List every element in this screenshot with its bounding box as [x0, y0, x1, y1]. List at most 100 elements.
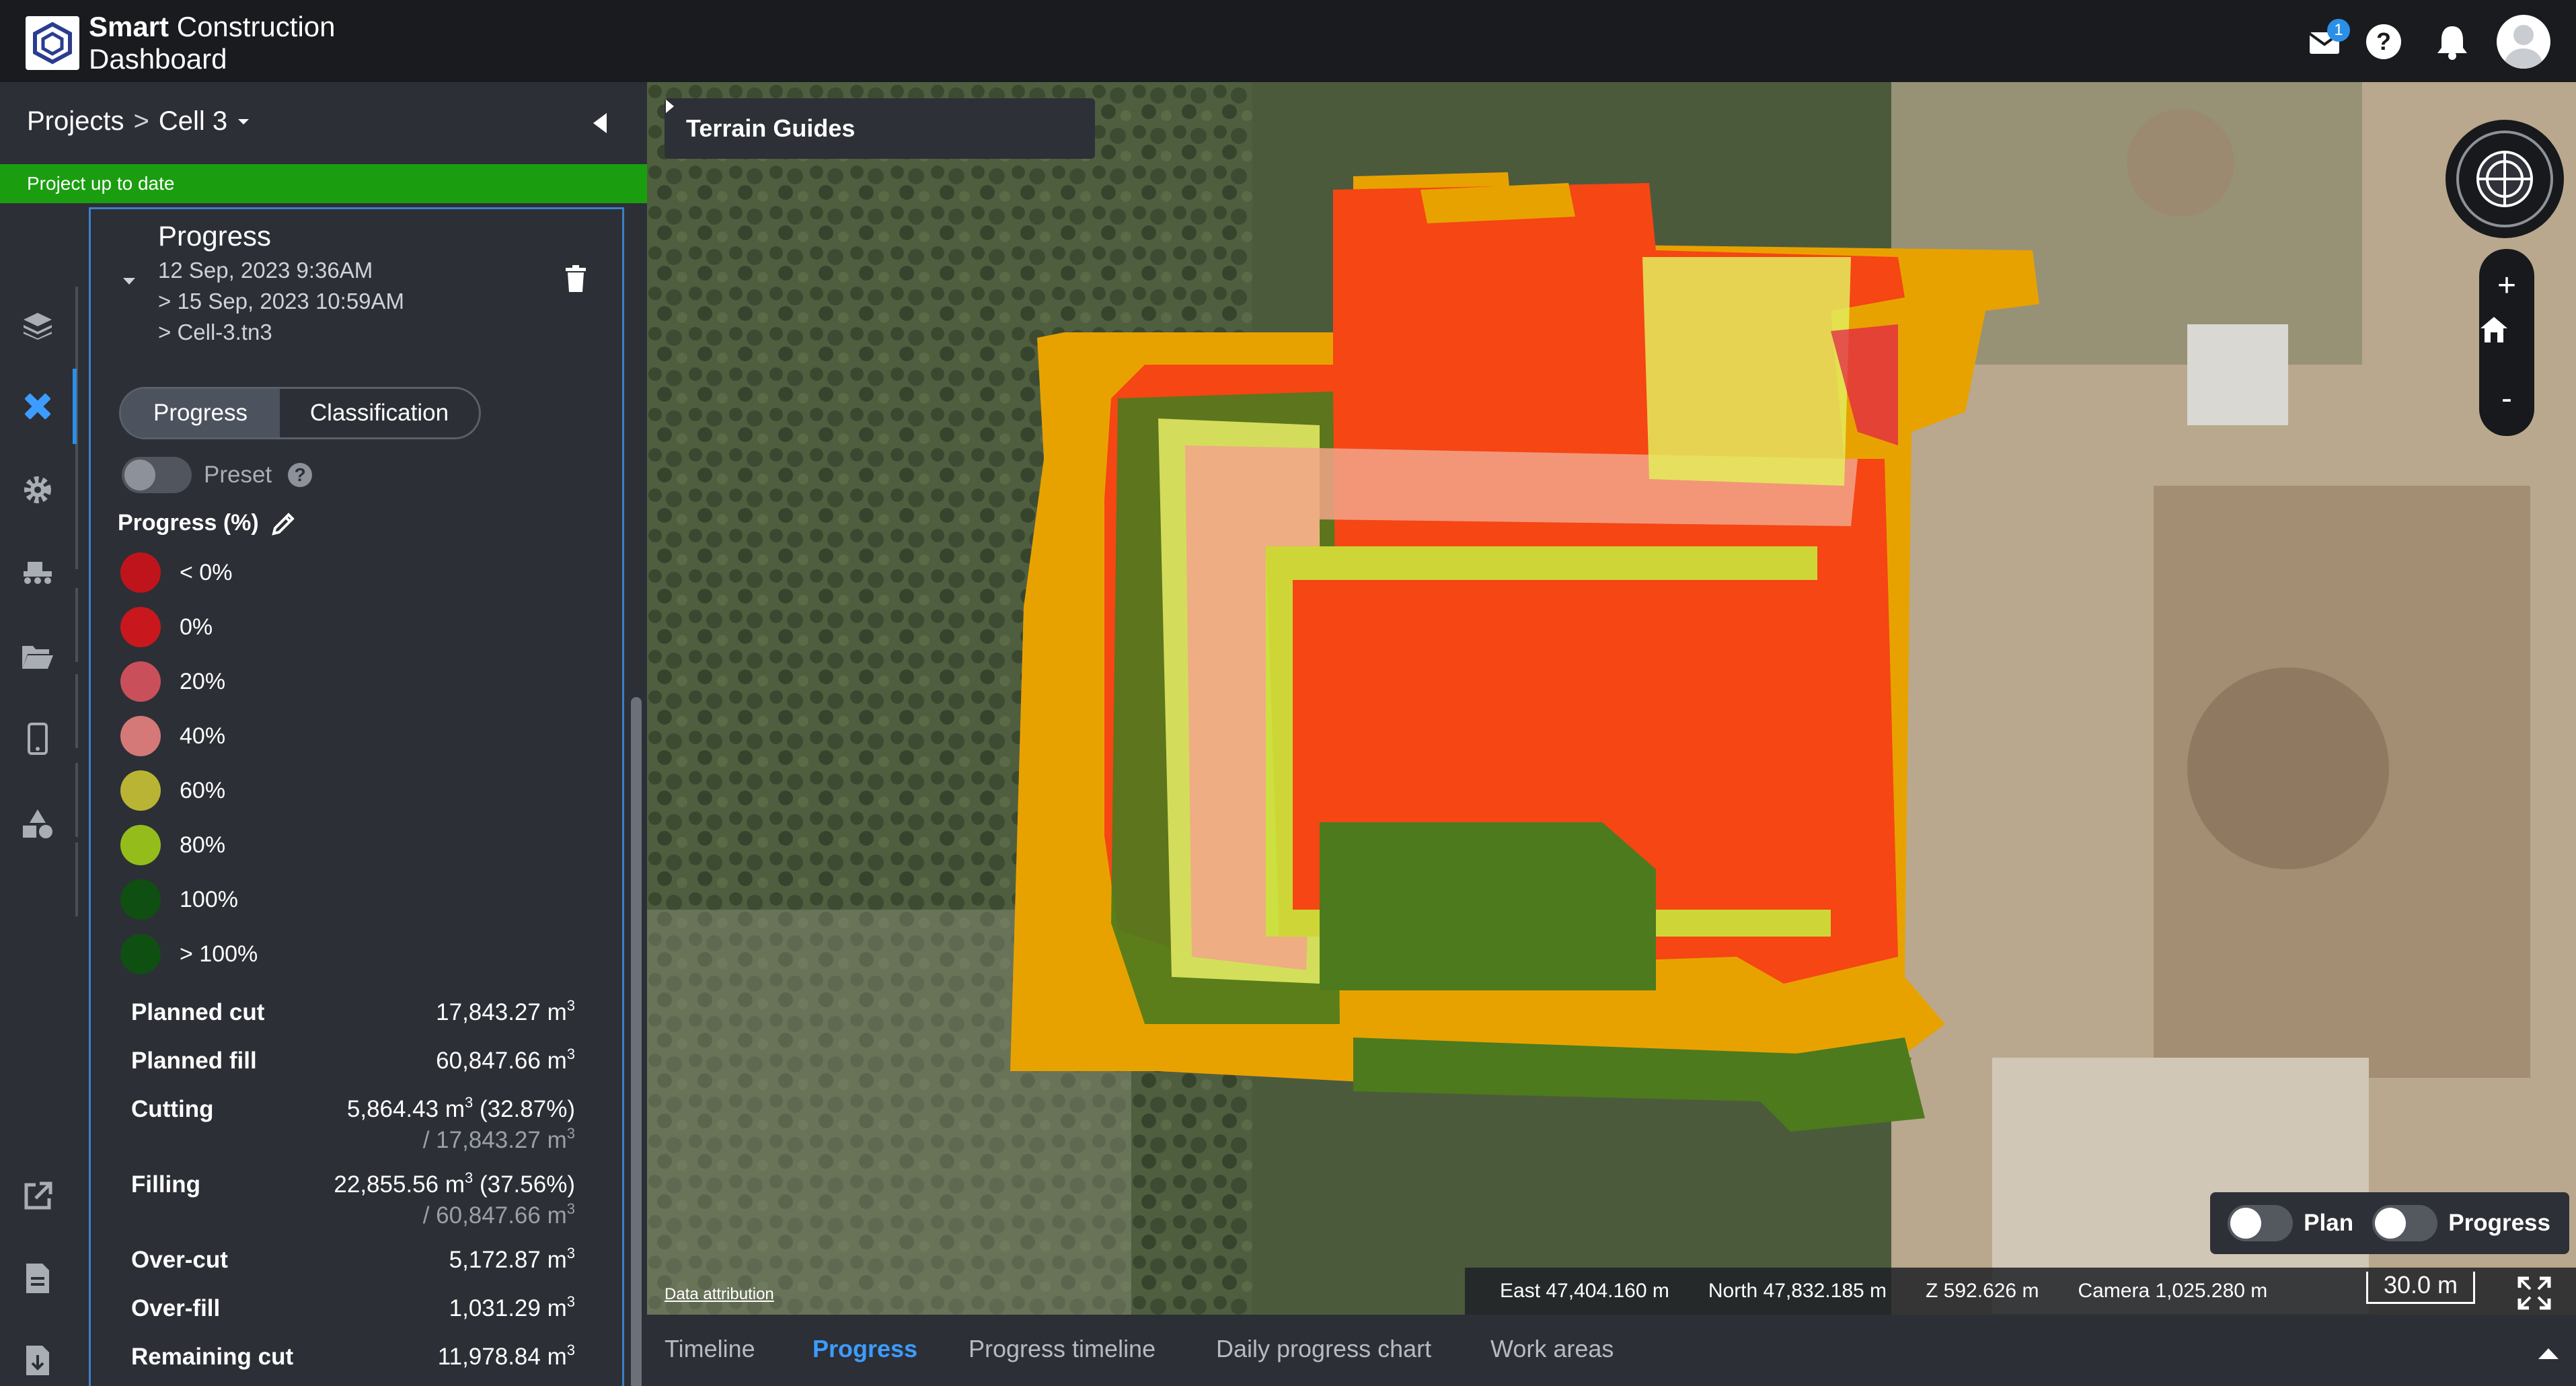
legend-label: 0% [180, 614, 213, 640]
legend-color-swatch[interactable] [120, 552, 161, 593]
legend-label: 80% [180, 832, 226, 858]
map-viewport[interactable]: Terrain Guides + - Plan Progress Data at… [647, 82, 2576, 1315]
collapse-sidebar-button[interactable] [592, 112, 608, 138]
compass-control[interactable] [2446, 120, 2564, 238]
user-avatar[interactable] [2497, 15, 2550, 69]
alerts-button[interactable] [2428, 17, 2476, 66]
devices-button[interactable] [12, 713, 63, 764]
preset-help-icon[interactable]: ? [288, 463, 313, 487]
compass-icon [2456, 131, 2553, 227]
overlay-north-pad [1420, 183, 1575, 223]
progress-toggle[interactable] [2372, 1205, 2438, 1241]
measure-tools-button[interactable] [12, 381, 63, 432]
building [2187, 324, 2288, 425]
tab-daily-progress-chart[interactable]: Daily progress chart [1216, 1335, 1431, 1363]
z-readout: Z 592.626 m [1926, 1280, 2039, 1302]
camera-readout: Camera 1,025.280 m [2078, 1280, 2268, 1302]
tab-timeline[interactable]: Timeline [665, 1335, 755, 1363]
stat-label: Cutting [131, 1096, 214, 1122]
tab-work-areas[interactable]: Work areas [1490, 1335, 1614, 1363]
data-attribution-link[interactable]: Data attribution [665, 1285, 774, 1304]
stat-value-text: 5,864.43 m [346, 1096, 465, 1122]
stat-value: 11,978.84 m3 [438, 1343, 575, 1371]
terrain-guides-button[interactable]: Terrain Guides [665, 98, 1095, 159]
home-view-button[interactable] [2479, 315, 2534, 369]
tab-progress-mode[interactable]: Progress [121, 389, 280, 437]
legend-color-swatch[interactable] [120, 607, 161, 647]
top-header: Smart Construction Dashboard 1 ? [0, 0, 2576, 82]
stat-value: 5,172.87 m3 [449, 1246, 575, 1274]
view-mode-segmented: Progress Classification [119, 387, 481, 439]
stat-value-text: 17,843.27 m [436, 999, 567, 1025]
files-button[interactable] [12, 631, 63, 682]
delete-button[interactable] [564, 264, 587, 296]
brand-rest: Construction [169, 11, 336, 42]
stat-subtotal-text: / 60,847.66 m [422, 1202, 567, 1229]
settings-button[interactable] [12, 464, 63, 515]
objects-button[interactable] [12, 798, 63, 849]
app-logo[interactable] [26, 16, 79, 70]
help-icon: ? [2366, 24, 2401, 59]
zoom-controls: + - [2479, 249, 2534, 436]
progress-legend-header: Progress (%) [118, 509, 298, 536]
scale-bar: 30.0 m [2366, 1272, 2475, 1304]
legend-color-swatch[interactable] [120, 716, 161, 756]
rail-divider [75, 842, 78, 916]
layers-icon [24, 313, 52, 340]
stat-subtotal: / 17,843.27 m3 [423, 1126, 575, 1154]
pencil-icon[interactable] [271, 509, 298, 536]
collapse-progress-button[interactable] [122, 277, 137, 289]
legend-label: 20% [180, 668, 226, 694]
stat-value-text: 5,172.87 m [449, 1247, 567, 1273]
expand-panel-button[interactable] [2537, 1347, 2560, 1364]
plan-toggle[interactable] [2228, 1205, 2294, 1241]
tab-classification-mode[interactable]: Classification [280, 389, 479, 437]
left-sidebar: Projects > Cell 3 Project up to date Pro… [0, 82, 647, 1386]
breadcrumb-projects[interactable]: Projects [27, 106, 124, 137]
unit-power: 3 [566, 997, 575, 1014]
svg-text:?: ? [2376, 28, 2391, 55]
fullscreen-icon [2517, 1276, 2551, 1310]
terrain-guides-label: Terrain Guides [686, 114, 856, 142]
preset-label: Preset [204, 462, 272, 488]
app-root: Smart Construction Dashboard 1 ? Project… [0, 0, 2576, 1386]
report-button[interactable] [12, 1253, 63, 1304]
brand-title: Smart Construction Dashboard [89, 11, 336, 75]
help-button[interactable]: ? [2359, 17, 2408, 66]
download-button[interactable] [12, 1335, 63, 1386]
messages-button[interactable]: 1 [2300, 17, 2350, 66]
mobile-device-icon [28, 723, 48, 755]
legend-item: 40% [120, 716, 225, 756]
machines-button[interactable] [12, 546, 63, 597]
icon-rail [0, 203, 78, 1386]
legend-label: 40% [180, 723, 226, 749]
stat-row: Remaining cut 11,978.84 m3 [131, 1343, 575, 1386]
legend-color-swatch[interactable] [120, 879, 161, 920]
legend-item: 60% [120, 770, 225, 811]
layers-button[interactable] [12, 300, 63, 351]
tab-progress-timeline[interactable]: Progress timeline [969, 1335, 1156, 1363]
export-button[interactable] [12, 1171, 63, 1222]
legend-color-swatch[interactable] [120, 934, 161, 974]
east-readout: East 47,404.160 m [1500, 1280, 1669, 1302]
caret-right-icon [666, 100, 674, 113]
unit-power: 3 [465, 1094, 473, 1111]
zoom-out-button[interactable]: - [2479, 371, 2534, 425]
stat-value: 17,843.27 m3 [436, 997, 575, 1026]
preset-toggle[interactable] [122, 457, 192, 493]
legend-color-swatch[interactable] [120, 661, 161, 702]
date-from: 12 Sep, 2023 9:36AM [158, 258, 373, 283]
coordinates-bar: East 47,404.160 m North 47,832.185 m Z 5… [1465, 1268, 2576, 1315]
breadcrumb-current[interactable]: Cell 3 [159, 106, 227, 137]
legend-color-swatch[interactable] [120, 770, 161, 811]
stat-value-text: 1,031.29 m [449, 1295, 567, 1321]
shapes-icon [23, 809, 52, 838]
plan-toggle-label: Plan [2304, 1210, 2354, 1236]
zoom-in-button[interactable]: + [2479, 258, 2534, 312]
chevron-down-icon[interactable] [237, 117, 250, 126]
tab-progress[interactable]: Progress [812, 1335, 917, 1363]
breadcrumb: Projects > Cell 3 [27, 106, 250, 137]
panel-scrollbar-thumb[interactable] [631, 697, 642, 1386]
legend-color-swatch[interactable] [120, 825, 161, 865]
progress-toggle-label: Progress [2448, 1210, 2550, 1236]
